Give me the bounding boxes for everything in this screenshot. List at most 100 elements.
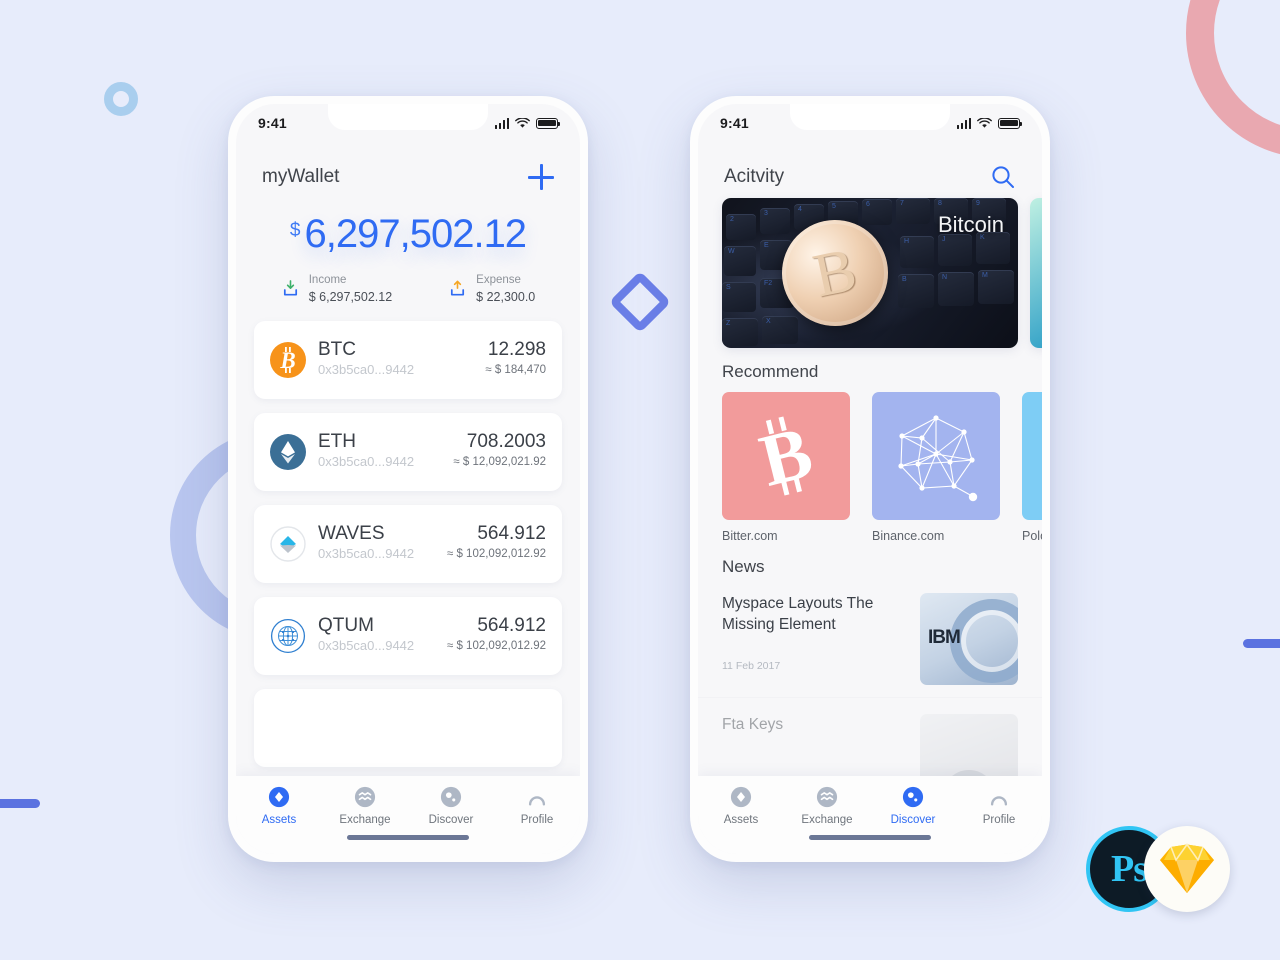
income-value: $ 6,297,502.12 [308,289,393,304]
tab-label: Assets [261,814,297,826]
tab-profile[interactable]: Profile [956,786,1042,826]
app-badges: Ps [1086,826,1236,914]
blue-bar-left [0,799,40,808]
asset-amount: 564.912 [477,615,546,637]
tab-profile[interactable]: Profile [494,786,580,826]
asset-address: 0x3b5ca0...9442 [318,454,415,470]
cellular-signal-icon [494,117,509,129]
recommend-name: Binance.com [872,529,945,543]
list-item[interactable]: Fta Keys [698,697,1042,776]
tab-discover[interactable]: Discover [870,786,956,826]
diamond-outline [608,270,672,334]
ibm-logo-icon: IBM [928,627,961,648]
home-indicator[interactable] [809,835,931,840]
banner-bitcoin[interactable]: 2 3 4 5 6 7 8 9 W E H J K S F2 B N M Z X… [722,198,1018,348]
search-icon[interactable] [990,164,1016,190]
asset-amount: 12.298 [487,339,546,361]
recommend-title: Recommend [722,362,819,381]
tab-exchange[interactable]: Exchange [784,786,870,826]
balance-currency: $ [289,220,301,241]
wallet-header: myWallet [236,142,580,190]
exchange-waves-icon [354,786,376,808]
news-title: News [722,557,765,576]
home-indicator[interactable] [347,835,469,840]
list-item[interactable]: Myspace Layouts The Missing Element 11 F… [698,577,1042,697]
list-item[interactable]: Polone [1022,392,1042,543]
recommend-name: Polone [1022,529,1042,543]
wifi-icon [977,117,992,128]
exchange-waves-icon [816,786,838,808]
network-mesh-icon [898,415,978,502]
page-title: Acitvity [724,166,785,187]
table-row[interactable]: ETH 0x3b5ca0...9442 708.2003 ≈ $ 12,092,… [254,412,562,491]
expense-label: Expense [476,274,521,286]
pink-ring [1186,0,1280,158]
tab-bar: Assets Exchange Discover Profile [698,776,1042,854]
asset-usd-value: ≈ $ 184,470 [485,364,546,377]
asset-usd-value: ≈ $ 102,092,012.92 [446,640,546,653]
blue-bar-right [1243,639,1280,648]
balance-amount: 6,297,502.12 [304,212,528,256]
tab-assets[interactable]: Assets [698,786,784,826]
banner-label: Bitcoin [937,212,1004,237]
recommend-list[interactable]: B Bitter.com Binance.com Pol [698,382,1042,543]
tab-exchange[interactable]: Exchange [322,786,408,826]
tab-label: Exchange [801,814,853,826]
table-row-partial[interactable] [254,688,562,767]
discover-header: Acitvity [698,142,1042,190]
list-item[interactable]: B Bitter.com [722,392,850,543]
page-title: myWallet [262,166,340,187]
asset-symbol: QTUM [318,615,374,637]
plus-icon[interactable] [528,164,554,190]
news-headline: Fta Keys [722,716,784,733]
phone-notch [790,104,950,130]
balance-section: $ 6,297,502.12 Income $ 6,297,502.12 Exp… [236,190,580,305]
photoshop-label: Ps [1111,848,1148,890]
recommend-tile: B [722,392,850,520]
expense-arrow-icon [451,280,465,296]
table-row[interactable]: QTUM 0x3b5ca0...9442 564.912 ≈ $ 102,092… [254,596,562,675]
phone-wallet: 9:41 myWallet $ 6,297,502.12 Income $ 6,… [228,96,588,862]
profile-person-icon [990,796,1008,806]
list-item[interactable]: Binance.com [872,392,1000,543]
waves-icon [270,526,306,562]
asset-symbol: WAVES [318,523,385,545]
news-date: 11 Feb 2017 [722,659,781,672]
table-row[interactable]: WAVES 0x3b5ca0...9442 564.912 ≈ $ 102,09… [254,504,562,583]
income-label: Income [308,274,347,286]
tab-label: Discover [890,814,936,826]
asset-address: 0x3b5ca0...9442 [318,362,415,378]
small-blue-ring [104,82,138,116]
asset-symbol: ETH [318,431,356,453]
tab-bar: Assets Exchange Discover Profile [236,776,580,854]
status-time: 9:41 [720,115,749,131]
news-thumbnail: IBM [920,593,1018,685]
asset-amount: 564.912 [477,523,546,545]
tab-label: Assets [723,814,759,826]
asset-amount: 708.2003 [466,431,546,453]
asset-symbol: BTC [318,339,356,361]
tab-assets[interactable]: Assets [236,786,322,826]
assets-diamond-icon [730,786,752,808]
asset-usd-value: ≈ $ 12,092,021.92 [453,456,546,469]
news-headline: Myspace Layouts The Missing Element [722,595,874,634]
table-row[interactable]: B BTC 0x3b5ca0...9442 12.298 ≈ $ 184,470 [254,320,562,399]
bitcoin-glyph-icon: B [752,415,820,497]
expense-summary: Expense $ 22,300.0 [448,272,535,305]
news-thumbnail [920,714,1018,776]
banner-teal[interactable] [1030,198,1042,348]
discover-compass-icon [902,786,924,808]
discover-compass-icon [440,786,462,808]
asset-address: 0x3b5ca0...9442 [318,638,415,654]
server-ring-graphic [950,599,1018,683]
ethereum-icon [270,433,306,470]
recommend-tile [1022,392,1042,520]
tab-discover[interactable]: Discover [408,786,494,826]
tab-label: Profile [982,814,1016,826]
teal-abstract-photo [1030,198,1042,348]
wifi-icon [515,117,530,128]
recommend-name: Bitter.com [722,529,778,543]
income-expense-row: Income $ 6,297,502.12 Expense $ 22,300.0 [236,272,580,305]
banner-carousel[interactable]: 2 3 4 5 6 7 8 9 W E H J K S F2 B N M Z X… [698,190,1042,348]
expense-value: $ 22,300.0 [476,289,536,304]
